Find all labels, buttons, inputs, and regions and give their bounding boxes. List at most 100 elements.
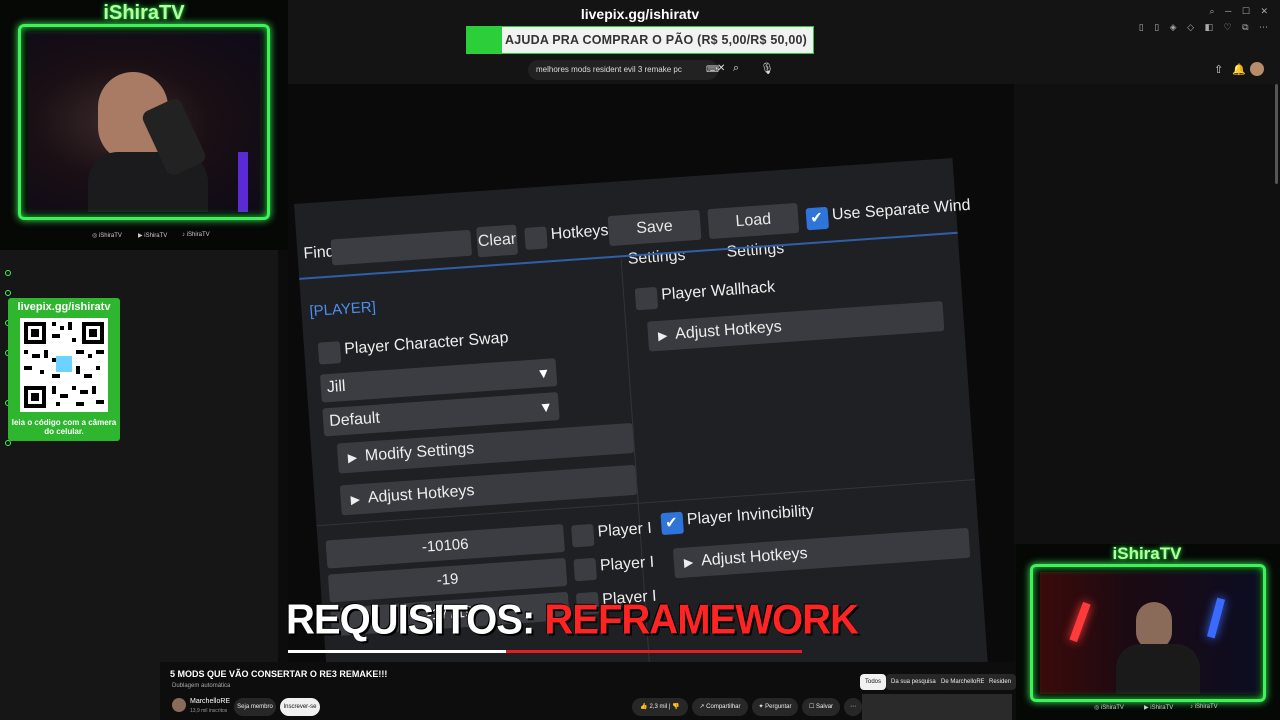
- social-youtube: ▶ iShiraTV: [138, 233, 168, 239]
- bell-icon[interactable]: 🔔: [1232, 63, 1246, 76]
- costume-value: Default: [328, 409, 381, 431]
- search-icon[interactable]: ⌕: [733, 62, 739, 75]
- wallhack-label: Player Wallhack: [660, 278, 776, 304]
- related-filter-chips: Todos Da sua pesquisa De MarchelloRE Res…: [860, 674, 1020, 690]
- ask-button[interactable]: ✦ Perguntar: [752, 698, 798, 716]
- share-button[interactable]: ↗ Compartilhar: [692, 698, 748, 716]
- like-button[interactable]: 👍 2,3 mil | 👎: [632, 698, 688, 716]
- coord-x-label: Player I: [597, 519, 653, 541]
- save-button[interactable]: ☐ Salvar: [802, 698, 840, 716]
- caption-underline-red: [506, 650, 802, 653]
- brand-title: iShiraTV: [103, 2, 185, 24]
- character-swap-checkbox[interactable]: [317, 341, 342, 365]
- brand-title-secondary: iShiraTV: [1112, 544, 1182, 563]
- chip-resident[interactable]: Residen: [984, 674, 1017, 690]
- caption-red: REFRAMEWORK: [544, 596, 858, 644]
- social-tiktok: ♪ iShiraTV: [182, 232, 210, 238]
- page-scrollbar[interactable]: [1275, 84, 1278, 184]
- social-instagram-handle-secondary: iShiraTV: [1100, 705, 1124, 711]
- expand-triangle-icon: ▶: [657, 328, 668, 343]
- player-section-tag: [PLAYER]: [308, 298, 377, 321]
- recommendations-column: [1014, 84, 1280, 544]
- video-player[interactable]: Find Clear Hotkeys Save Settings Load Se…: [288, 84, 1014, 662]
- clear-button[interactable]: Clear: [476, 224, 519, 258]
- donation-goal-bar: AJUDA PRA COMPRAR O PÃO (R$ 5,00/R$ 50,0…: [466, 26, 814, 54]
- coord-y-label: Player I: [599, 553, 655, 575]
- social-instagram-secondary: ◎ iShiraTV: [1094, 705, 1124, 711]
- social-youtube-secondary: ▶ iShiraTV: [1144, 705, 1174, 711]
- invincibility-checkbox[interactable]: [660, 511, 684, 536]
- channel-subscribers: 13,9 mil inscritos: [190, 708, 228, 714]
- expand-triangle-icon: ▶: [683, 555, 694, 570]
- character-value: Jill: [326, 377, 347, 397]
- share-label: Compartilhar: [706, 704, 741, 710]
- qr-title: livepix.gg/ishiratv: [17, 301, 111, 313]
- clear-search-icon[interactable]: ✕: [717, 63, 725, 74]
- use-separate-window-checkbox[interactable]: [805, 206, 830, 231]
- social-tiktok-secondary: ♪ iShiraTV: [1190, 704, 1218, 710]
- channel-name[interactable]: MarchelloRE: [190, 698, 230, 705]
- hotkeys-checkbox[interactable]: [524, 226, 548, 250]
- hotkeys-label: Hotkeys: [550, 222, 610, 244]
- webcam-frame: [18, 24, 270, 220]
- reframework-window: Find Clear Hotkeys Save Settings Load Se…: [294, 157, 991, 662]
- livepix-url: livepix.gg/ishiratv: [580, 6, 700, 22]
- caption-white: REQUISITOS:: [286, 596, 545, 644]
- extension-icons[interactable]: ▯ ▯ ◈ ◇ ◧ ♡ ⧉ ⋯: [1139, 22, 1272, 33]
- social-youtube-handle: iShiraTV: [144, 233, 168, 239]
- chip-all[interactable]: Todos: [860, 674, 887, 690]
- more-actions-button[interactable]: ⋯: [844, 698, 862, 716]
- chevron-down-icon: ▼: [535, 364, 551, 382]
- stream-screen: livepix.gg/ishiratv AJUDA PRA COMPRAR O …: [0, 0, 1280, 720]
- search-input[interactable]: melhores mods resident evil 3 remake pc: [528, 60, 718, 80]
- sidebar-icon[interactable]: [5, 270, 11, 276]
- invincibility-adjust-hotkeys-node[interactable]: ▶ Adjust Hotkeys: [672, 527, 971, 579]
- coord-y-checkbox[interactable]: [573, 557, 597, 582]
- expand-triangle-icon: ▶: [347, 450, 358, 465]
- channel-avatar[interactable]: [172, 698, 186, 712]
- social-tiktok-handle-secondary: iShiraTV: [1194, 704, 1218, 710]
- load-settings-button[interactable]: Load Settings: [707, 202, 800, 261]
- subscribe-button[interactable]: Inscrever-se: [280, 698, 320, 716]
- social-instagram-handle: iShiraTV: [98, 233, 122, 239]
- coord-x-checkbox[interactable]: [571, 523, 595, 548]
- qr-caption: leia o código com a câmera do celular.: [11, 418, 117, 436]
- join-button[interactable]: Seja membro: [234, 698, 276, 716]
- window-controls[interactable]: ⌕ ─ ☐ ✕: [1209, 6, 1272, 17]
- adjust-hotkeys-node[interactable]: ▶ Adjust Hotkeys: [339, 464, 638, 516]
- invincibility-adjust-hotkeys-label: Adjust Hotkeys: [700, 545, 809, 570]
- expand-triangle-icon: ▶: [350, 492, 361, 507]
- caption-underline-white: [288, 650, 506, 653]
- chip-from-search[interactable]: Da sua pesquisa: [886, 674, 941, 690]
- invincibility-label: Player Invincibility: [686, 502, 815, 529]
- character-swap-label: Player Character Swap: [343, 329, 509, 358]
- like-count: 2,3 mil: [649, 704, 668, 710]
- modify-settings-label: Modify Settings: [364, 440, 475, 465]
- adjust-hotkeys-label: Adjust Hotkeys: [367, 482, 475, 507]
- find-input[interactable]: [330, 229, 473, 266]
- wallhack-adjust-hotkeys-node[interactable]: ▶ Adjust Hotkeys: [647, 301, 945, 352]
- account-avatar[interactable]: [1250, 62, 1264, 76]
- webcam-overlay-main: iShiraTV ◎ iShiraTV ▶ iShiraTV ♪ iShiraT…: [0, 0, 288, 250]
- upload-icon[interactable]: ⇧: [1214, 63, 1223, 76]
- sidebar-icon[interactable]: [5, 290, 11, 296]
- video-title: 5 MODS QUE VÃO CONSERTAR O RE3 REMAKE!!!: [170, 669, 388, 679]
- ask-label: Perguntar: [765, 704, 792, 710]
- browser-topbar: livepix.gg/ishiratv AJUDA PRA COMPRAR O …: [288, 0, 1280, 84]
- wallhack-checkbox[interactable]: [634, 286, 659, 311]
- donation-goal-text: AJUDA PRA COMPRAR O PÃO (R$ 5,00/R$ 50,0…: [505, 33, 807, 47]
- use-separate-window-label: Use Separate Wind: [831, 196, 972, 224]
- microphone-icon[interactable]: 🎙: [760, 62, 774, 75]
- qr-code: [20, 318, 108, 412]
- save-settings-button[interactable]: Save Settings: [607, 209, 702, 268]
- social-tiktok-handle: iShiraTV: [186, 232, 210, 238]
- video-caption: REQUISITOS: REFRAMEWORK: [286, 596, 859, 644]
- chip-from-channel[interactable]: De MarchelloRE: [936, 674, 990, 690]
- webcam-frame-secondary: [1030, 564, 1266, 702]
- search-query: melhores mods resident evil 3 remake pc: [536, 65, 682, 74]
- wallhack-adjust-hotkeys-label: Adjust Hotkeys: [674, 318, 783, 343]
- save-label: Salvar: [816, 704, 834, 710]
- donation-goal-fill: [467, 27, 502, 53]
- social-youtube-handle-secondary: iShiraTV: [1150, 705, 1174, 711]
- related-video-thumbnail[interactable]: [862, 694, 1012, 720]
